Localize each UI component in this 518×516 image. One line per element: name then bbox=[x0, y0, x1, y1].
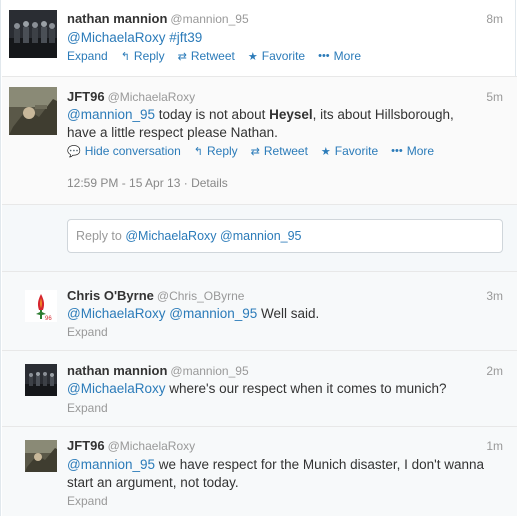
details-link[interactable]: Details bbox=[191, 176, 228, 190]
star-icon: ★ bbox=[320, 145, 331, 158]
hide-conversation-button[interactable]: 💬 Hide conversation bbox=[67, 144, 181, 158]
reply-tweet[interactable]: JFT96 @MichaelaRoxy 1m @mannion_95 we hav… bbox=[2, 427, 517, 516]
reply-button[interactable]: ↰ Reply bbox=[194, 144, 238, 158]
reply-button[interactable]: ↰ Reply bbox=[121, 49, 165, 63]
tweet-text-line-1: @mannion_95 we have respect for the Muni… bbox=[67, 456, 484, 474]
reply-tweet[interactable]: 96 Chris O'Byrne @Chris_OByrne 3m @Michae… bbox=[2, 272, 517, 351]
more-label: More bbox=[406, 144, 435, 158]
retweet-button[interactable]: ⇄ Retweet bbox=[251, 144, 308, 158]
reply-label: Reply bbox=[206, 144, 238, 158]
svg-text:96: 96 bbox=[45, 316, 52, 322]
reply-mentions: @MichaelaRoxy @mannion_95 bbox=[125, 229, 302, 243]
retweet-button[interactable]: ⇄ Retweet bbox=[178, 49, 235, 63]
tweet-time[interactable]: 1m bbox=[486, 439, 503, 453]
author-name[interactable]: JFT96 @MichaelaRoxy bbox=[67, 438, 195, 453]
reply-input[interactable]: Reply to @MichaelaRoxy @mannion_95 bbox=[67, 219, 503, 253]
author-handle[interactable]: @Chris_OByrne bbox=[157, 289, 245, 303]
author-display-name[interactable]: Chris O'Byrne bbox=[67, 288, 154, 303]
tweet-time[interactable]: 5m bbox=[486, 90, 503, 104]
tweet-stream: nathan mannion @mannion_95 8m @MichaelaRo… bbox=[0, 0, 517, 516]
favorite-button[interactable]: ★ Favorite bbox=[321, 144, 378, 158]
tweet-timestamp[interactable]: 12:59 PM - 15 Apr 13 bbox=[67, 176, 180, 190]
mention-link[interactable]: @MichaelaRoxy bbox=[67, 381, 166, 396]
reply-prefix: Reply to bbox=[76, 229, 126, 243]
expand-link[interactable]: Expand bbox=[67, 49, 108, 63]
tweet-timestamp-row: 12:59 PM - 15 Apr 13 · Details bbox=[67, 176, 228, 190]
retweet-icon: ⇄ bbox=[177, 50, 187, 63]
favorite-label: Favorite bbox=[334, 144, 379, 158]
author-handle[interactable]: @mannion_95 bbox=[170, 12, 248, 26]
favorite-label: Favorite bbox=[261, 49, 306, 63]
hashtag-link[interactable]: #jft39 bbox=[169, 30, 202, 45]
tweet-time[interactable]: 3m bbox=[486, 289, 503, 303]
tweet-item-expanded[interactable]: JFT96 @MichaelaRoxy 5m @mannion_95 today … bbox=[2, 77, 517, 205]
author-name[interactable]: JFT96 @MichaelaRoxy bbox=[67, 89, 195, 104]
tweet-item[interactable]: nathan mannion @mannion_95 8m @MichaelaRo… bbox=[2, 0, 517, 77]
author-display-name[interactable]: nathan mannion bbox=[67, 363, 167, 378]
author-handle[interactable]: @MichaelaRoxy bbox=[108, 90, 196, 104]
tweet-text-part: , its about Hillsborough, bbox=[312, 107, 454, 122]
tweet-text-line-2: have a little respect please Nathan. bbox=[67, 125, 278, 140]
favorite-button[interactable]: ★ Favorite bbox=[248, 49, 305, 63]
avatar[interactable] bbox=[25, 364, 57, 396]
author-handle[interactable]: @mannion_95 bbox=[170, 364, 248, 378]
author-name[interactable]: nathan mannion @mannion_95 bbox=[67, 11, 249, 26]
retweet-label: Retweet bbox=[190, 49, 235, 63]
tweet-text-part: today is not about bbox=[155, 107, 270, 122]
hide-conversation-label: Hide conversation bbox=[84, 144, 181, 158]
speech-bubble-icon: 💬 bbox=[67, 145, 81, 158]
reply-area: Reply to @MichaelaRoxy @mannion_95 bbox=[2, 205, 517, 272]
avatar[interactable] bbox=[9, 10, 57, 58]
reply-tweet[interactable]: nathan mannion @mannion_95 2m @MichaelaRo… bbox=[2, 351, 517, 427]
tweet-actions: Expand ↰ Reply ⇄ Retweet ★ Favorite ••• More bbox=[67, 49, 374, 63]
author-display-name[interactable]: nathan mannion bbox=[67, 11, 167, 26]
mention-link[interactable]: @mannion_95 bbox=[169, 306, 257, 321]
expand-link[interactable]: Expand bbox=[67, 401, 108, 415]
tweet-time[interactable]: 8m bbox=[486, 12, 503, 26]
mention-link[interactable]: @MichaelaRoxy bbox=[67, 306, 166, 321]
retweet-icon: ⇄ bbox=[250, 145, 260, 158]
reply-icon: ↰ bbox=[193, 145, 203, 158]
tweet-text: @MichaelaRoxy @mannion_95 Well said. bbox=[67, 305, 319, 323]
tweet-text: @mannion_95 today is not about Heysel, i… bbox=[67, 106, 454, 142]
more-button[interactable]: ••• More bbox=[391, 144, 434, 158]
author-name[interactable]: Chris O'Byrne @Chris_OByrne bbox=[67, 288, 244, 303]
mention-link[interactable]: @MichaelaRoxy bbox=[67, 30, 166, 45]
star-icon: ★ bbox=[247, 50, 258, 63]
tweet-text: @MichaelaRoxy where's our respect when i… bbox=[67, 380, 446, 398]
more-dots-icon: ••• bbox=[318, 50, 330, 62]
reply-label: Reply bbox=[133, 49, 165, 63]
tweet-text-line-1: @mannion_95 today is not about Heysel, i… bbox=[67, 106, 454, 124]
avatar[interactable] bbox=[25, 440, 57, 472]
reply-icon: ↰ bbox=[120, 50, 130, 63]
more-dots-icon: ••• bbox=[391, 145, 403, 157]
more-button[interactable]: ••• More bbox=[318, 49, 361, 63]
tweet-text: @MichaelaRoxy #jft39 bbox=[67, 29, 202, 47]
tweet-actions: 💬 Hide conversation ↰ Reply ⇄ Retweet ★ Favo… bbox=[67, 144, 447, 158]
tweet-time[interactable]: 2m bbox=[486, 364, 503, 378]
author-display-name[interactable]: JFT96 bbox=[67, 89, 105, 104]
author-display-name[interactable]: JFT96 bbox=[67, 438, 105, 453]
tweet-text-part: Well said. bbox=[257, 306, 320, 321]
mention-link[interactable]: @mannion_95 bbox=[67, 457, 155, 472]
tweet-text-line-2: start an argument, not today. bbox=[67, 475, 239, 490]
tweet-text-bold: Heysel bbox=[269, 107, 313, 122]
expand-link[interactable]: Expand bbox=[67, 494, 108, 508]
avatar[interactable] bbox=[9, 87, 57, 135]
expand-link[interactable]: Expand bbox=[67, 325, 108, 339]
avatar[interactable]: 96 bbox=[25, 290, 57, 322]
tweet-text-part: we have respect for the Munich disaster,… bbox=[155, 457, 485, 472]
tweet-text: @mannion_95 we have respect for the Muni… bbox=[67, 456, 484, 492]
author-handle[interactable]: @MichaelaRoxy bbox=[108, 439, 196, 453]
retweet-label: Retweet bbox=[263, 144, 308, 158]
more-label: More bbox=[333, 49, 361, 63]
mention-link[interactable]: @mannion_95 bbox=[67, 107, 155, 122]
tweet-text-part: where's our respect when it comes to mun… bbox=[165, 381, 447, 396]
author-name[interactable]: nathan mannion @mannion_95 bbox=[67, 363, 249, 378]
